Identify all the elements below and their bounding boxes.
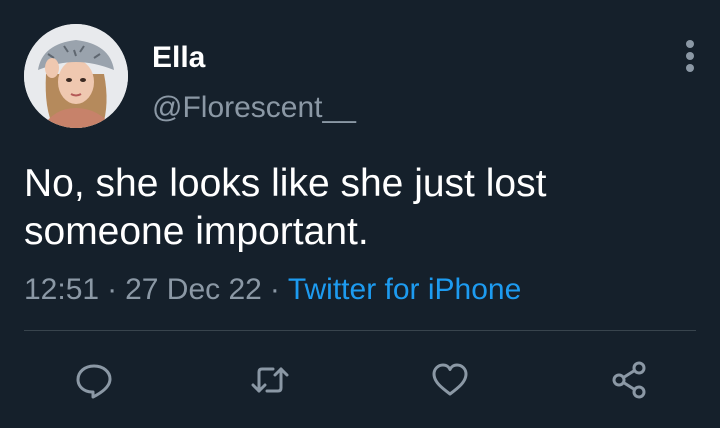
tweet-text: No, she looks like she just lost someone… <box>24 160 684 256</box>
separator: · <box>107 273 118 306</box>
tweet-time[interactable]: 12:51 <box>24 273 99 306</box>
share-icon <box>612 361 646 399</box>
profile-photo <box>24 24 128 128</box>
retweet-button[interactable] <box>248 358 292 402</box>
tweet-text-line: No, she looks like she just lost <box>24 162 547 205</box>
tweet-date[interactable]: 27 Dec 22 <box>125 273 262 306</box>
retweet-icon <box>251 367 289 393</box>
reply-icon <box>76 364 112 399</box>
reply-button[interactable] <box>72 358 116 402</box>
display-name[interactable]: Ella <box>152 40 205 76</box>
share-button[interactable] <box>608 358 652 402</box>
tweet-source-link[interactable]: Twitter for iPhone <box>288 273 521 306</box>
user-handle[interactable]: @Florescent__ <box>152 90 356 126</box>
divider <box>24 330 696 331</box>
tweet-metadata: 12:51 · 27 Dec 22 · Twitter for iPhone <box>24 272 521 308</box>
tweet-text-line: someone important. <box>24 210 369 253</box>
separator: · <box>269 273 280 306</box>
avatar[interactable] <box>24 24 128 128</box>
like-button[interactable] <box>428 358 472 402</box>
more-vertical-icon <box>686 40 694 72</box>
more-options-button[interactable] <box>672 32 708 80</box>
heart-icon <box>432 363 468 396</box>
